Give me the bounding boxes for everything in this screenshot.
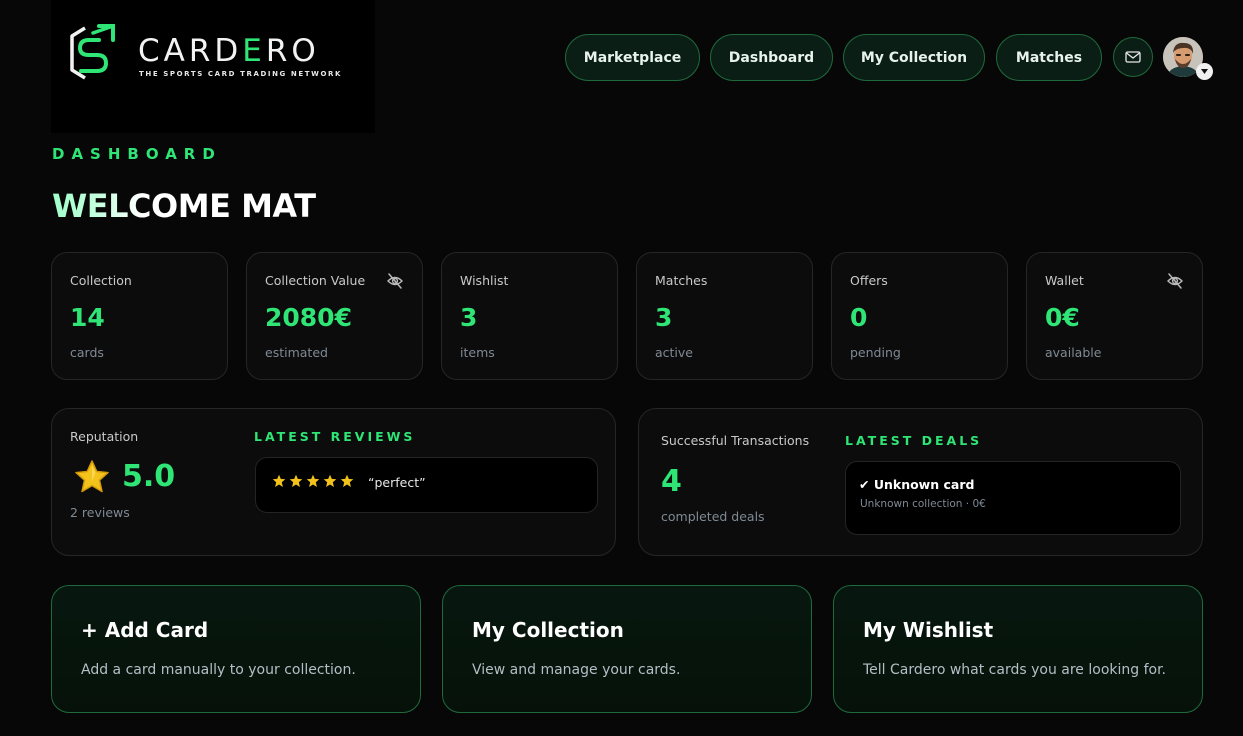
mail-icon — [1125, 51, 1141, 63]
brand-logo[interactable]: CARDERO THE SPORTS CARD TRADING NETWORK — [51, 0, 375, 133]
stat-sub: active — [655, 345, 693, 360]
nav-my-collection[interactable]: My Collection — [843, 34, 985, 81]
reputation-review-count[interactable]: 2 reviews — [70, 505, 130, 520]
reputation-label: Reputation — [70, 429, 139, 444]
chevron-down-icon — [1201, 69, 1208, 74]
transactions-panel: Successful Transactions 4 completed deal… — [638, 408, 1203, 556]
stat-label: Wallet — [1045, 273, 1084, 288]
transactions-sub: completed deals — [661, 509, 765, 524]
stat-label: Collection — [70, 273, 132, 288]
stat-card-wishlist[interactable]: Wishlist 3 items — [441, 252, 618, 380]
stat-value: 3 — [655, 303, 673, 332]
deal-subtitle: Unknown collection · 0€ — [860, 498, 986, 510]
action-description: Add a card manually to your collection. — [81, 662, 356, 678]
star-icon — [272, 474, 286, 487]
stat-sub: cards — [70, 345, 104, 360]
stat-value: 0€ — [1045, 303, 1080, 332]
brand-name: CARDERO — [138, 33, 320, 69]
account-menu-toggle[interactable] — [1196, 63, 1213, 80]
stat-sub: pending — [850, 345, 901, 360]
transactions-count: 4 — [661, 464, 682, 499]
stat-label: Wishlist — [460, 273, 509, 288]
nav-marketplace[interactable]: Marketplace — [565, 34, 700, 81]
stat-card-offers[interactable]: Offers 0 pending — [831, 252, 1008, 380]
brand-tagline: THE SPORTS CARD TRADING NETWORK — [139, 70, 343, 78]
review-item[interactable]: “perfect” — [255, 457, 598, 513]
latest-deals-heading: LATEST DEALS — [845, 433, 983, 448]
stat-label: Collection Value — [265, 273, 366, 288]
deal-title: ✔ Unknown card — [859, 477, 975, 492]
stat-card-matches[interactable]: Matches 3 active — [636, 252, 813, 380]
messages-button[interactable] — [1113, 37, 1153, 77]
stat-sub: estimated — [265, 345, 328, 360]
deal-item[interactable]: ✔ Unknown card Unknown collection · 0€ — [845, 461, 1181, 535]
star-icon — [289, 474, 303, 487]
latest-reviews-heading: LATEST REVIEWS — [254, 429, 416, 444]
transactions-label: Successful Transactions — [661, 433, 810, 448]
action-description: View and manage your cards. — [472, 662, 681, 678]
stat-value: 14 — [70, 303, 105, 332]
nav-matches[interactable]: Matches — [996, 34, 1102, 81]
eye-off-icon[interactable] — [386, 272, 404, 290]
star-icon — [323, 474, 337, 487]
action-title: My Wishlist — [863, 618, 994, 642]
reputation-score: 5.0 — [122, 459, 176, 494]
stat-card-collection-value[interactable]: Collection Value 2080€ estimated — [246, 252, 423, 380]
my-collection-card[interactable]: My Collection View and manage your cards… — [442, 585, 812, 713]
stat-sub: available — [1045, 345, 1102, 360]
review-text: “perfect” — [368, 475, 426, 490]
nav-dashboard[interactable]: Dashboard — [710, 34, 833, 81]
star-icon — [75, 460, 109, 493]
star-icon — [306, 474, 320, 487]
page-title: WELCOME MAT — [52, 187, 316, 225]
review-rating — [272, 474, 354, 488]
reputation-panel: Reputation 5.0 2 reviews LATEST REVIEWS … — [51, 408, 616, 556]
add-card-button[interactable]: + Add Card Add a card manually to your c… — [51, 585, 421, 713]
dashboard-page: CARDERO THE SPORTS CARD TRADING NETWORK … — [0, 0, 1243, 736]
stat-card-collection[interactable]: Collection 14 cards — [51, 252, 228, 380]
stat-card-wallet[interactable]: Wallet 0€ available — [1026, 252, 1203, 380]
stat-label: Matches — [655, 273, 708, 288]
cardero-logo-icon — [70, 24, 115, 80]
stat-sub: items — [460, 345, 495, 360]
action-description: Tell Cardero what cards you are looking … — [863, 662, 1167, 678]
stat-value: 0 — [850, 303, 868, 332]
stat-value: 3 — [460, 303, 478, 332]
action-title: My Collection — [472, 618, 624, 642]
stat-label: Offers — [850, 273, 888, 288]
action-title: + Add Card — [81, 618, 209, 642]
eye-off-icon[interactable] — [1166, 272, 1184, 290]
star-icon — [340, 474, 354, 487]
my-wishlist-card[interactable]: My Wishlist Tell Cardero what cards you … — [833, 585, 1203, 713]
page-eyebrow: DASHBOARD — [52, 145, 222, 163]
stat-value: 2080€ — [265, 303, 352, 332]
